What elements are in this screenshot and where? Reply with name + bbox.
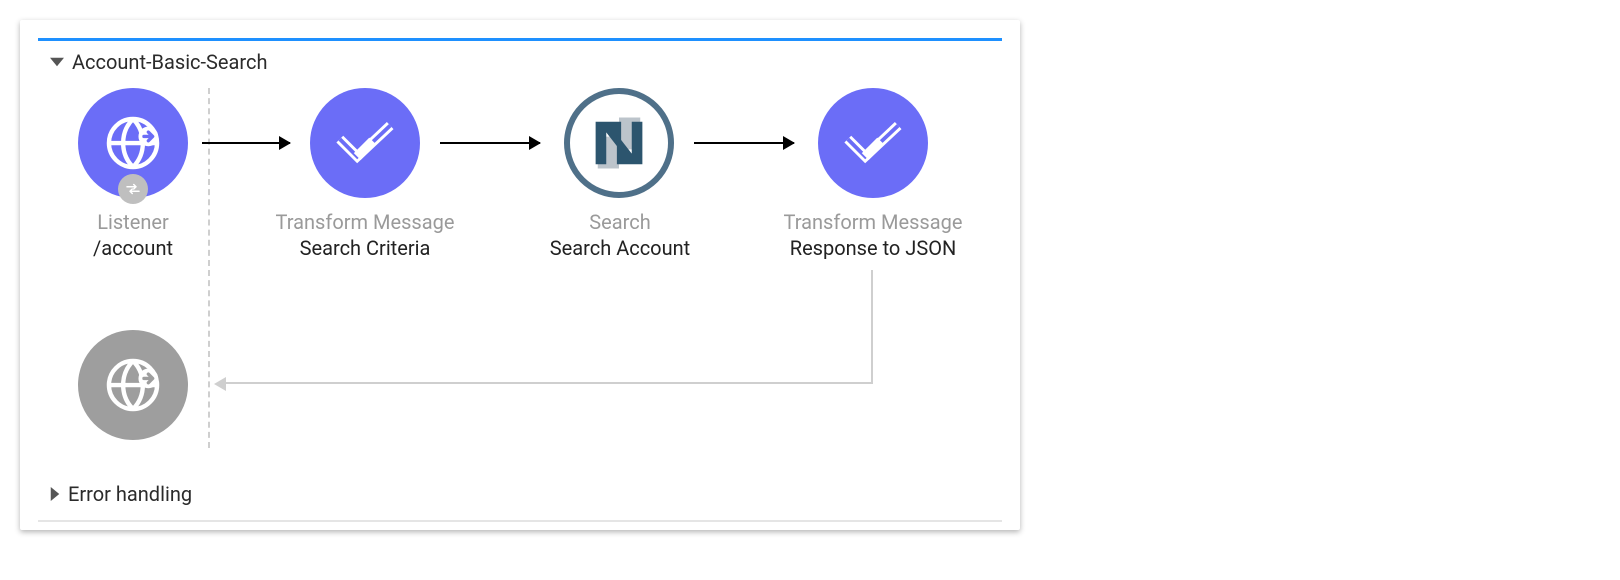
search-name-label: Search Account xyxy=(510,236,730,260)
return-arrowhead-icon xyxy=(214,377,226,391)
listener-name-label: /account xyxy=(60,236,206,260)
search-node[interactable] xyxy=(564,88,674,198)
chevron-down-icon xyxy=(50,58,64,67)
listener-node[interactable] xyxy=(78,88,188,198)
listener-labels: Listener /account xyxy=(60,210,206,260)
transform2-labels: Transform Message Response to JSON xyxy=(750,210,996,260)
bottom-border xyxy=(38,520,1002,522)
error-section-header[interactable]: Error handling xyxy=(50,482,192,506)
dataweave-icon xyxy=(334,112,396,174)
globe-arrow-icon xyxy=(98,350,168,420)
error-section-title: Error handling xyxy=(68,482,192,506)
transform1-type-label: Transform Message xyxy=(235,210,495,234)
search-type-label: Search xyxy=(510,210,730,234)
return-connector xyxy=(226,270,873,384)
transform-response-node[interactable] xyxy=(818,88,928,198)
exchange-badge-icon xyxy=(118,174,148,204)
transform-criteria-node[interactable] xyxy=(310,88,420,198)
dataweave-icon xyxy=(842,112,904,174)
response-node[interactable] xyxy=(78,330,188,440)
transform1-labels: Transform Message Search Criteria xyxy=(235,210,495,260)
flow-title: Account-Basic-Search xyxy=(72,50,268,74)
flow-arrow xyxy=(202,142,290,144)
flow-section-header[interactable]: Account-Basic-Search xyxy=(50,50,268,74)
netsuite-icon xyxy=(585,109,653,177)
transform2-type-label: Transform Message xyxy=(750,210,996,234)
search-labels: Search Search Account xyxy=(510,210,730,260)
flow-canvas: Account-Basic-Search Listener /account T… xyxy=(20,20,1020,530)
flow-arrow xyxy=(440,142,540,144)
chevron-right-icon xyxy=(51,487,60,501)
listener-type-label: Listener xyxy=(60,210,206,234)
accent-bar xyxy=(38,38,1002,41)
transform1-name-label: Search Criteria xyxy=(235,236,495,260)
transform2-name-label: Response to JSON xyxy=(750,236,996,260)
globe-arrow-icon xyxy=(98,108,168,178)
flow-arrow xyxy=(694,142,794,144)
